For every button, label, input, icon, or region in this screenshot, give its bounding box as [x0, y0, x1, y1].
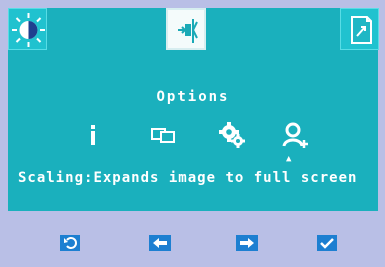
brightness-icon — [12, 13, 45, 47]
tab-exit[interactable] — [340, 8, 379, 50]
exit-icon — [351, 16, 372, 44]
left-arrow-icon — [149, 235, 171, 251]
pip-option[interactable] — [148, 120, 178, 150]
left-button[interactable] — [149, 235, 171, 251]
selection-marker-icon: ▲ — [286, 154, 292, 164]
user-add-option[interactable] — [280, 120, 310, 150]
info-icon — [91, 125, 95, 145]
back-button[interactable] — [59, 235, 81, 251]
osd-panel: Options ▲ Scaling:Expands image to full … — [8, 8, 379, 211]
user-add-icon — [282, 122, 308, 148]
description-text: Expands image to full screen — [93, 170, 358, 186]
confirm-check-icon — [317, 235, 337, 251]
option-description: Scaling:Expands image to full screen — [18, 171, 373, 186]
footer-button-bar — [0, 211, 385, 267]
info-option[interactable] — [78, 120, 108, 150]
right-button[interactable] — [236, 235, 258, 251]
input-source-icon — [178, 19, 198, 43]
back-icon — [60, 235, 80, 251]
menu-title: Options — [156, 89, 230, 105]
settings-option[interactable] — [217, 120, 247, 150]
tab-input-source[interactable] — [166, 8, 206, 50]
confirm-button[interactable] — [316, 235, 338, 251]
right-arrow-icon — [236, 235, 258, 251]
settings-gears-icon — [219, 122, 245, 148]
pip-icon — [151, 128, 175, 143]
description-label: Scaling: — [18, 170, 94, 186]
tab-brightness[interactable] — [8, 8, 47, 50]
